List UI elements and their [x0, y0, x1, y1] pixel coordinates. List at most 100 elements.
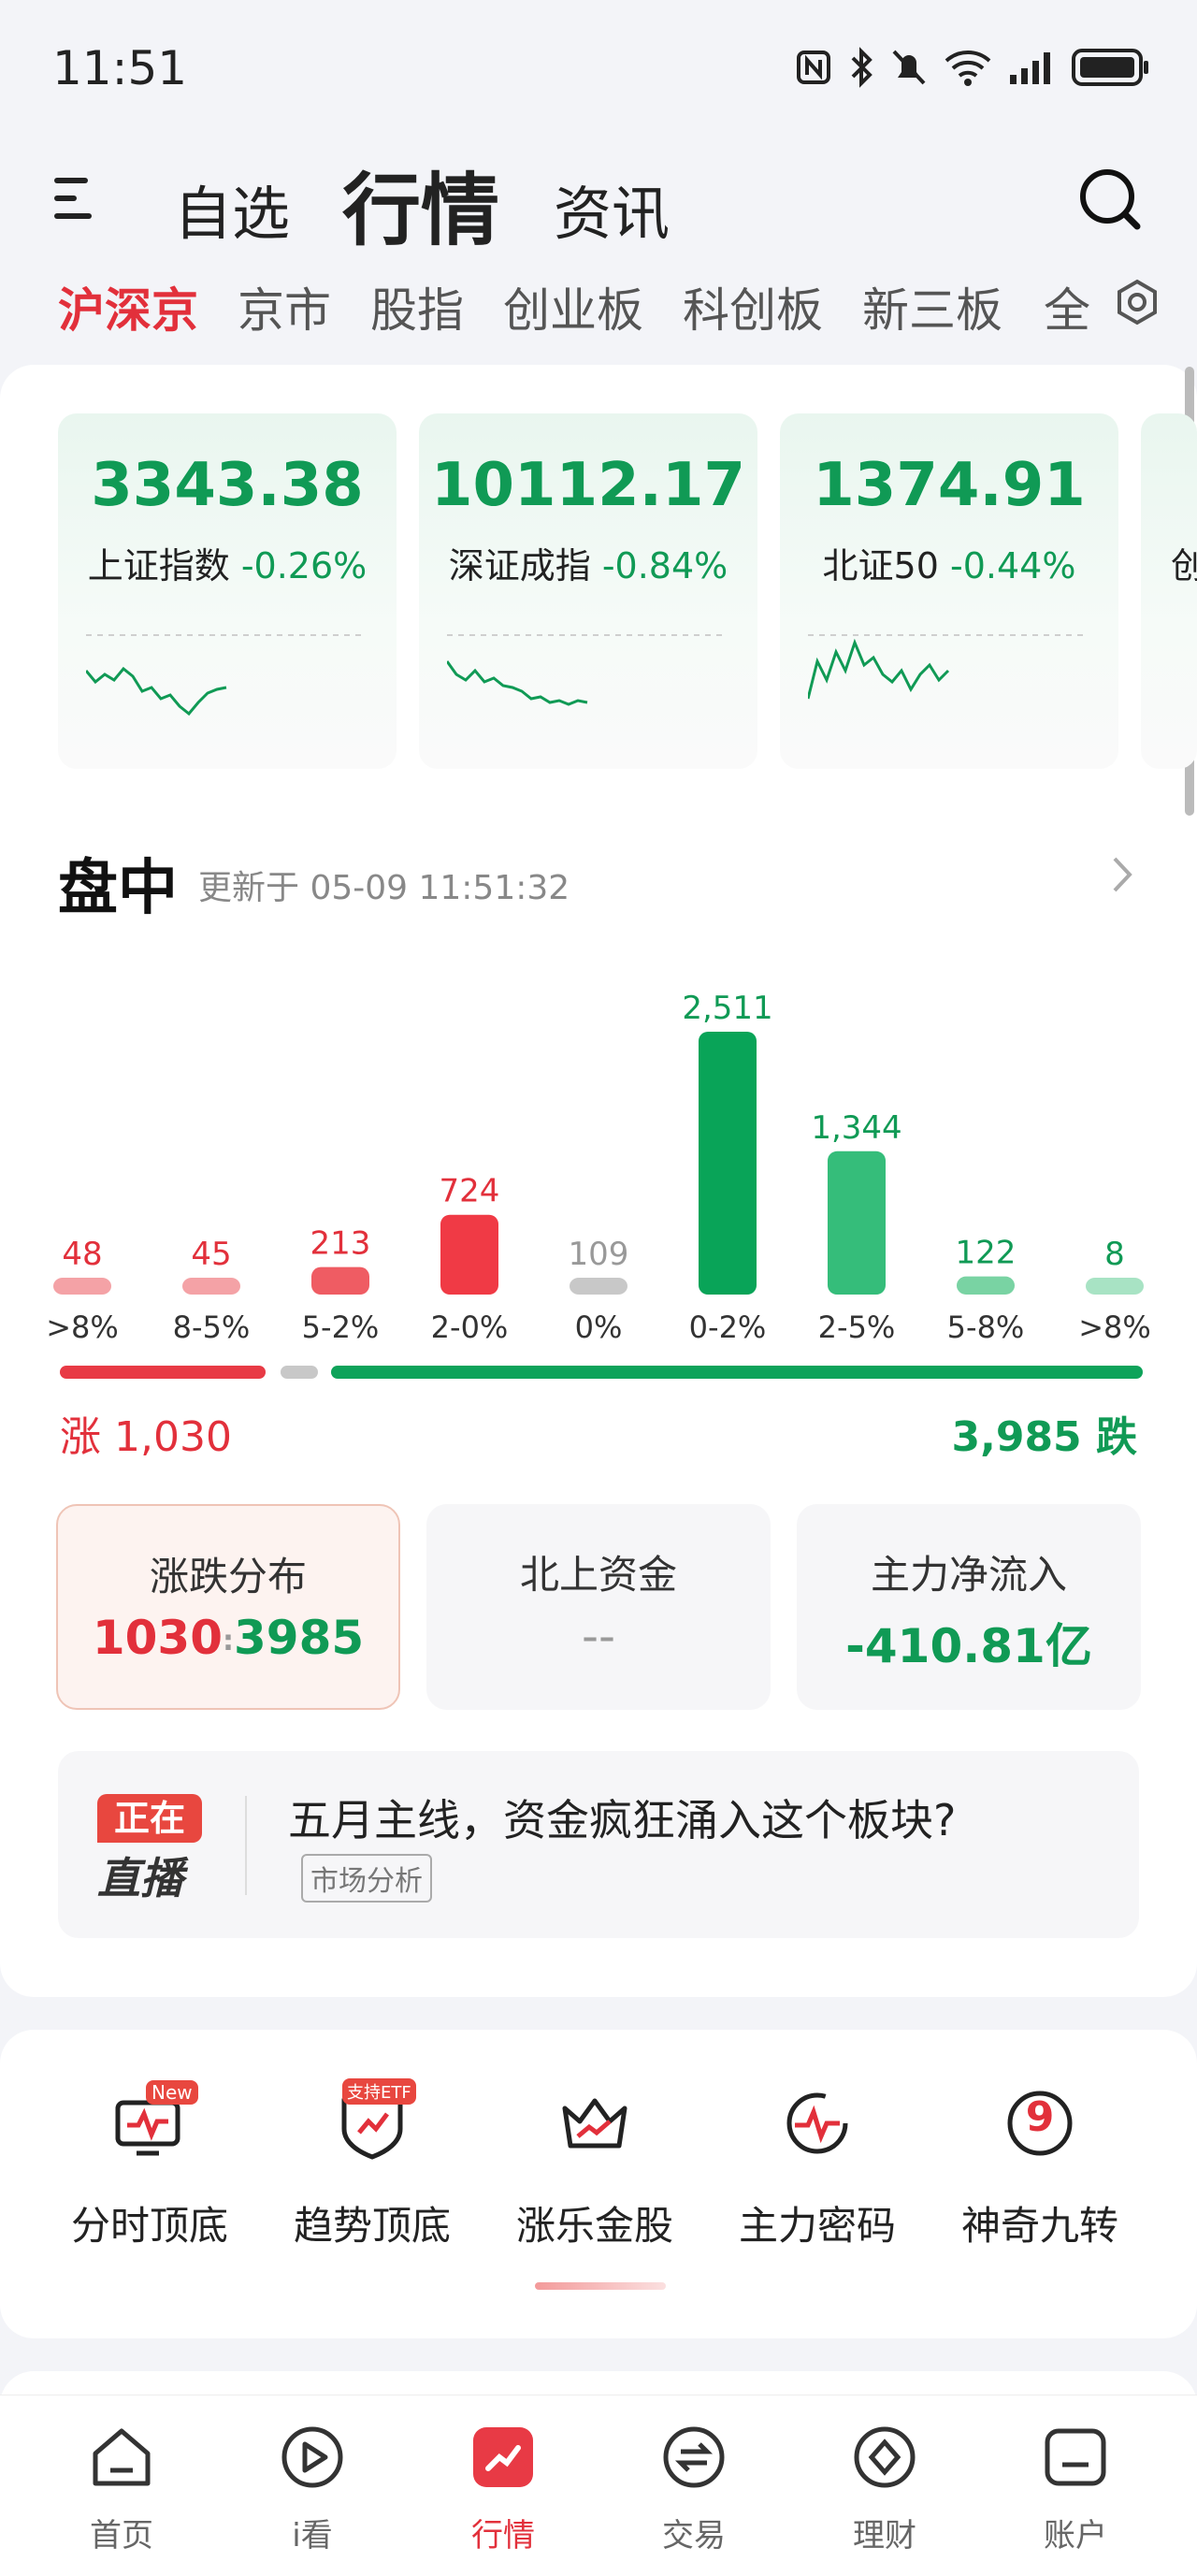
search-icon[interactable] [1077, 166, 1143, 232]
tile-main-net-inflow[interactable]: 主力净流入 -410.81亿 [797, 1504, 1141, 1710]
dist-value-label: 109 [569, 1236, 629, 1273]
index-card-sse[interactable]: 3343.38 上证指数 -0.26% [58, 413, 397, 769]
dist-value-label: 45 [191, 1236, 231, 1273]
tile-label: 北上资金 [519, 1552, 677, 1598]
index-name: 上证指数 [87, 545, 230, 586]
tool-golden-stocks[interactable]: 涨乐金股 [484, 2086, 705, 2273]
dist-bar [828, 1151, 886, 1295]
home-icon [93, 2428, 151, 2486]
tool-label: 主力密码 [738, 2203, 896, 2249]
flat-ratio-bar [281, 1366, 318, 1379]
chevron-right-icon[interactable] [1103, 851, 1141, 898]
market-tab-all[interactable]: 全 [1044, 273, 1090, 340]
index-card-bse50[interactable]: 1374.91 北证50 -0.44% [780, 413, 1118, 769]
live-tag: 市场分析 [301, 1854, 432, 1903]
index-card-szse[interactable]: 10112.17 深证成指 -0.84% [419, 413, 757, 769]
market-tab-star[interactable]: 科创板 [683, 273, 823, 340]
market-tab-index[interactable]: 股指 [370, 273, 464, 340]
dist-value-label: 48 [62, 1236, 102, 1273]
tile-northbound[interactable]: 北上资金 -- [426, 1504, 771, 1710]
market-tabs: 沪深京 京市 股指 创业板 科创板 新三板 全 [0, 264, 1197, 348]
sparkline [86, 634, 367, 716]
bottom-nav-home[interactable]: 首页 [37, 2424, 206, 2564]
bottom-nav-label: 交易 [662, 2517, 726, 2554]
dist-category-label: 8-5% [173, 1310, 251, 1345]
index-value: 3343.38 [91, 451, 364, 520]
dist-bar [570, 1278, 627, 1295]
market-tab-neeq[interactable]: 新三板 [862, 273, 1002, 340]
tool-magic-nine[interactable]: 9 神奇九转 [930, 2086, 1150, 2273]
index-card-chinext-partial[interactable]: 创 [1141, 413, 1197, 769]
play-circle-icon [281, 2426, 343, 2488]
dist-bar [699, 1032, 757, 1295]
tool-label: 神奇九转 [960, 2203, 1118, 2249]
tile-up-count: 1030 [92, 1611, 223, 1665]
dist-value-label: 2,511 [682, 990, 772, 1027]
bluetooth-icon [851, 47, 873, 88]
live-title: 五月主线，资金疯狂涌入这个板块? [288, 1795, 957, 1845]
tool-label: 涨乐金股 [515, 2203, 673, 2249]
decline-ratio-bar [331, 1366, 1143, 1379]
index-change: -0.44% [950, 545, 1076, 586]
dist-value-label: 8 [1104, 1236, 1125, 1273]
tool-trend-top-bottom[interactable]: 支持ETF 趋势顶底 [262, 2078, 483, 2273]
dist-value-label: 724 [440, 1173, 500, 1210]
bottom-nav-market[interactable]: 行情 [419, 2424, 587, 2564]
sparkline-path [808, 638, 950, 700]
bottom-nav-label: 理财 [853, 2517, 916, 2554]
bottom-nav-account[interactable]: 账户 [991, 2424, 1160, 2564]
dist-category-label: >8% [1078, 1310, 1151, 1345]
tab-watchlist[interactable]: 自选 [174, 166, 290, 251]
tile-separator: : [223, 1625, 234, 1657]
account-icon [1045, 2428, 1106, 2486]
signal-icon [1010, 52, 1050, 84]
market-tab-jingshi[interactable]: 京市 [238, 273, 331, 340]
dist-value-label: 213 [310, 1225, 371, 1263]
dist-category-label: 2-0% [431, 1310, 509, 1345]
dist-category-label: 5-2% [302, 1310, 380, 1345]
dist-value-label: 1,344 [811, 1109, 901, 1147]
tab-market[interactable]: 行情 [342, 148, 499, 261]
tool-badge: 支持ETF [342, 2078, 416, 2105]
settings-hex-icon[interactable] [1113, 278, 1161, 326]
dist-category-label: 2-5% [818, 1310, 896, 1345]
index-change: -0.26% [240, 545, 368, 586]
tile-advance-decline[interactable]: 涨跌分布 1030:3985 [56, 1504, 400, 1710]
market-tab-hushenjing[interactable]: 沪深京 [58, 273, 198, 340]
diamond-circle-icon [854, 2426, 916, 2488]
bottom-nav-trade[interactable]: 交易 [610, 2424, 778, 2564]
bottom-nav: 首页 i看 行情 交易 理财 账户 [0, 2395, 1197, 2576]
live-stream-banner[interactable]: 正在 直播 五月主线，资金疯狂涌入这个板块? 市场分析 [58, 1751, 1139, 1938]
market-tab-chinext[interactable]: 创业板 [503, 273, 643, 340]
status-icons [795, 47, 1150, 88]
index-name: 北证50 [822, 545, 939, 586]
dist-value-label: 122 [956, 1235, 1017, 1272]
dist-category-label: >8% [46, 1310, 119, 1345]
bottom-nav-label: 账户 [1044, 2517, 1107, 2554]
menu-icon[interactable] [54, 178, 101, 219]
status-time: 11:51 [52, 41, 188, 95]
tab-news[interactable]: 资讯 [554, 166, 670, 251]
bottom-nav-wealth[interactable]: 理财 [800, 2424, 969, 2564]
tool-main-force-code[interactable]: 主力密码 [707, 2086, 928, 2273]
index-value: 1374.91 [813, 451, 1086, 520]
tools-page-indicator [535, 2282, 666, 2290]
bottom-nav-ikan[interactable]: i看 [228, 2424, 397, 2564]
sparkline [808, 634, 1089, 700]
dist-bar [1086, 1278, 1144, 1295]
tile-down-count: 3985 [234, 1611, 365, 1665]
tool-intraday-top-bottom[interactable]: New 分时顶底 [39, 2080, 260, 2273]
advance-ratio-bar [60, 1366, 266, 1379]
advance-total: 涨 1,030 [60, 1413, 232, 1461]
live-badge-bottom: 直播 [97, 1853, 183, 1903]
bottom-nav-label: 首页 [90, 2517, 153, 2554]
index-name: 创 [1171, 545, 1197, 586]
index-change: -0.84% [601, 545, 728, 586]
tool-label: 分时顶底 [70, 2203, 228, 2249]
crown-icon [562, 2098, 627, 2149]
bottom-nav-label: 行情 [471, 2517, 535, 2554]
divider [245, 1796, 247, 1895]
dist-category-label: 0% [575, 1310, 623, 1345]
dist-bar [440, 1214, 498, 1295]
tile-value: -410.81亿 [845, 1619, 1092, 1673]
